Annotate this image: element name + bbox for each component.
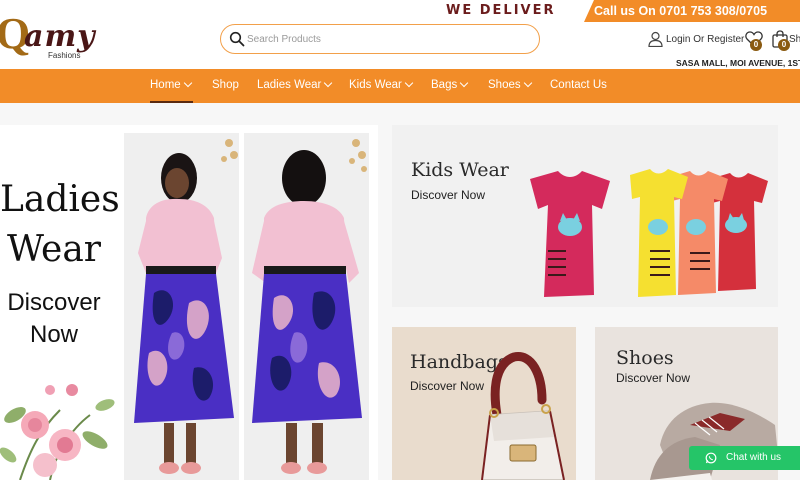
- nav-label: Shoes: [488, 79, 521, 91]
- ladies-wear-banner[interactable]: Ladies Wear Discover Now: [0, 125, 378, 480]
- logo-text: amy: [24, 19, 96, 54]
- nav-item-ladies-wear[interactable]: Ladies Wear: [257, 78, 333, 91]
- title-line: Ladies: [0, 179, 120, 220]
- nav-item-kids-wear[interactable]: Kids Wear: [349, 78, 414, 91]
- kids-wear-cta[interactable]: Discover Now: [411, 188, 485, 202]
- search-box: [220, 24, 540, 54]
- nav-item-shop[interactable]: Shop: [212, 79, 239, 91]
- search-input[interactable]: [247, 29, 527, 49]
- shoes-cta[interactable]: Discover Now: [616, 371, 690, 385]
- chat-with-us-button[interactable]: Chat with us: [689, 446, 800, 470]
- model-photo-front[interactable]: [124, 133, 239, 480]
- user-icon[interactable]: [648, 31, 663, 47]
- chevron-down-icon: [523, 78, 532, 88]
- kids-wear-title: Kids Wear: [411, 159, 509, 181]
- ladies-wear-title: Ladies Wear: [0, 175, 120, 275]
- chat-label: Chat with us: [726, 452, 782, 463]
- handbag-image: [481, 352, 565, 480]
- nav-label: Ladies Wear: [257, 79, 322, 91]
- handbags-banner[interactable]: Handbags Discover Now: [392, 327, 576, 480]
- nav-item-bags[interactable]: Bags: [431, 78, 469, 91]
- nav-label: Home: [150, 79, 181, 91]
- main-nav: Home Shop Ladies Wear Kids Wear Bags Sho…: [0, 69, 800, 103]
- nav-item-home[interactable]: Home: [150, 78, 192, 91]
- flower-decoration: [0, 384, 115, 480]
- kids-wear-banner[interactable]: Kids Wear Discover Now: [392, 125, 778, 307]
- wishlist-count-badge: 0: [750, 39, 762, 51]
- cta-line: Discover: [7, 289, 101, 316]
- site-header: Q amy Fashions WE DELIVER Call us On 070…: [0, 0, 800, 69]
- store-address: SASA MALL, MOI AVENUE, 1ST: [676, 58, 800, 68]
- nav-label: Shop: [212, 79, 239, 91]
- page: Q amy Fashions WE DELIVER Call us On 070…: [0, 0, 800, 480]
- ladies-wear-cta[interactable]: Discover Now: [0, 287, 108, 351]
- nav-label: Kids Wear: [349, 79, 402, 91]
- chevron-down-icon: [324, 78, 333, 88]
- call-us-bar[interactable]: Call us On 0701 753 308/0705: [584, 0, 800, 22]
- title-line: Wear: [6, 229, 102, 270]
- chevron-down-icon: [404, 78, 414, 88]
- search-icon[interactable]: [229, 31, 245, 47]
- nav-label: Contact Us: [550, 79, 607, 91]
- cta-line: Now: [29, 321, 78, 348]
- whatsapp-icon: [705, 452, 717, 464]
- chevron-down-icon: [183, 78, 192, 88]
- cart-label[interactable]: Sh: [789, 34, 800, 45]
- nav-label: Bags: [431, 79, 458, 91]
- nav-item-contact-us[interactable]: Contact Us: [550, 79, 607, 91]
- login-register-link[interactable]: Login Or Register: [666, 34, 744, 45]
- chevron-down-icon: [459, 78, 469, 88]
- call-us-text: Call us On 0701 753 308/0705: [594, 4, 768, 18]
- logo[interactable]: Q amy Fashions: [0, 10, 116, 61]
- model-photo-back[interactable]: [244, 133, 369, 480]
- logo-subtitle: Fashions: [48, 51, 81, 60]
- nav-item-shoes[interactable]: Shoes: [488, 78, 532, 91]
- we-deliver-banner: WE DELIVER: [446, 3, 556, 18]
- shoes-title: Shoes: [616, 347, 674, 369]
- kids-tshirts-image: [530, 169, 768, 297]
